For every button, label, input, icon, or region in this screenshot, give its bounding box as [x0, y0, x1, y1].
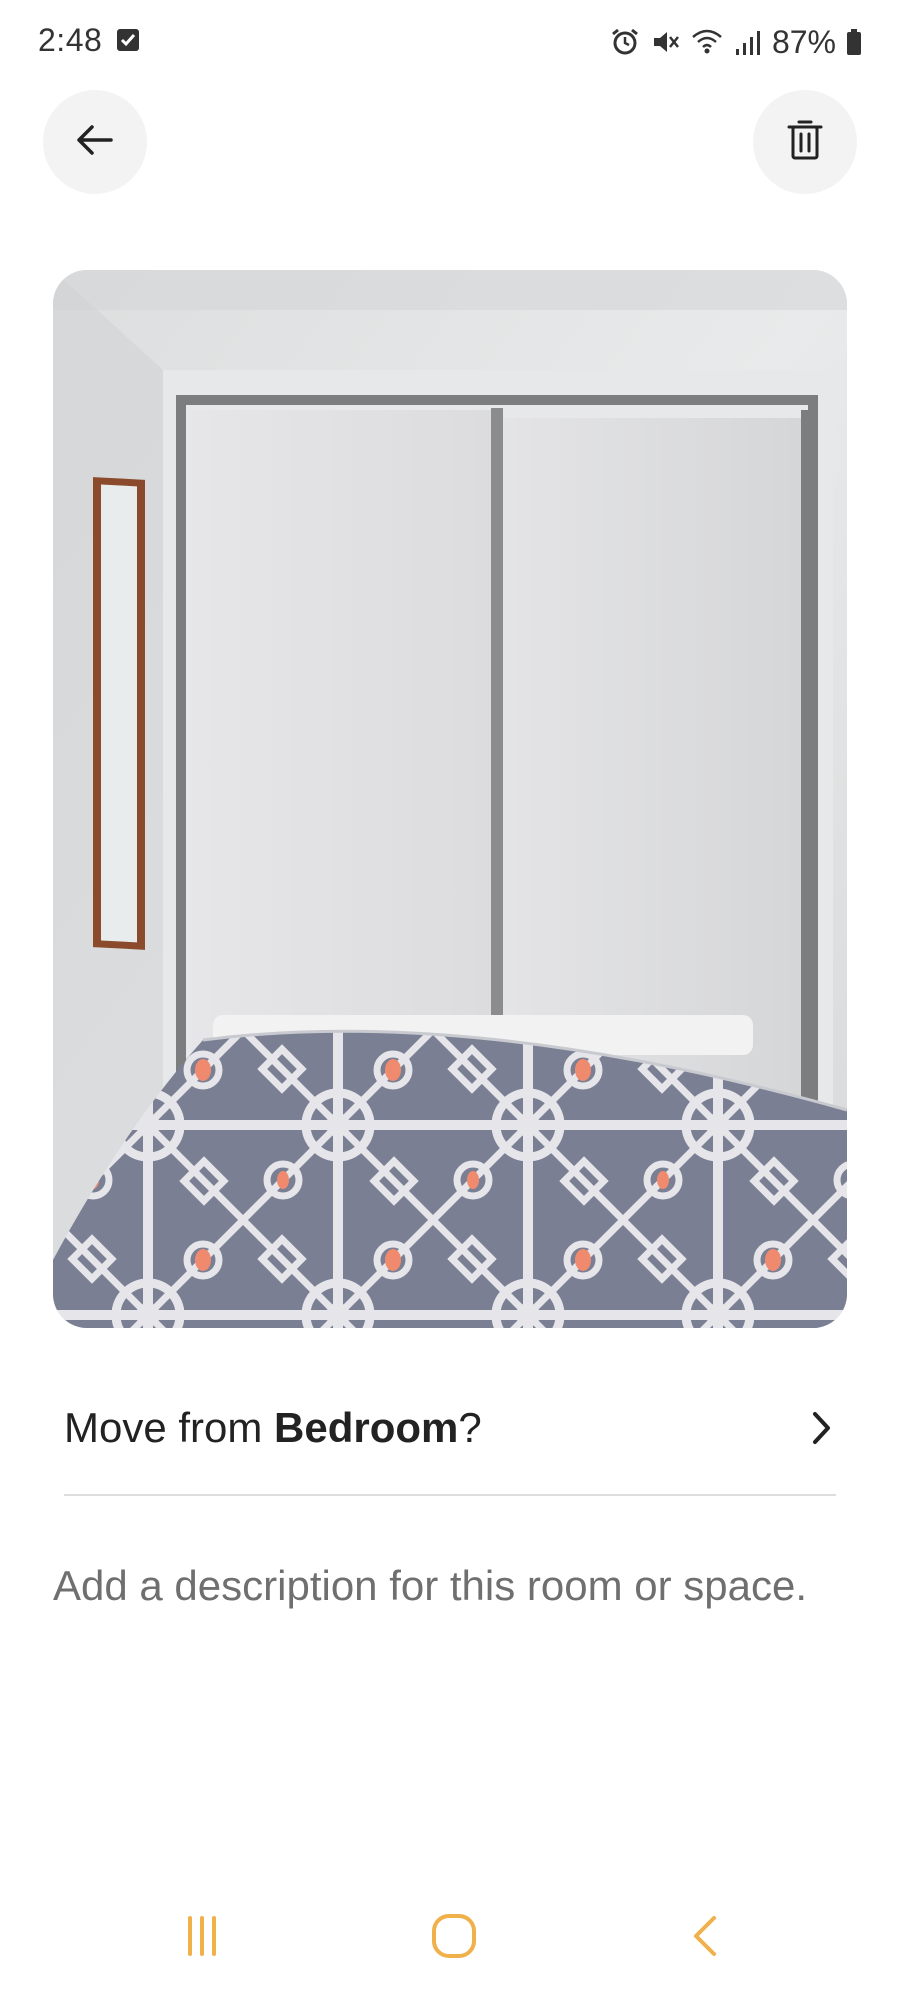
home-icon	[430, 1912, 478, 1965]
move-room-row[interactable]: Move from Bedroom?	[64, 1380, 836, 1476]
checkbox-icon	[116, 28, 140, 52]
delete-button[interactable]	[753, 90, 857, 194]
move-suffix: ?	[458, 1404, 482, 1451]
status-icons: 87%	[610, 22, 862, 62]
nav-back-button[interactable]	[666, 1908, 746, 1968]
move-room-text: Move from Bedroom?	[64, 1404, 482, 1452]
navigation-bar	[0, 1890, 900, 1986]
alarm-icon	[610, 27, 640, 57]
wifi-icon	[690, 27, 724, 57]
room-photo[interactable]	[53, 270, 847, 1328]
arrow-left-icon	[73, 118, 117, 167]
back-button[interactable]	[43, 90, 147, 194]
recents-icon	[180, 1914, 224, 1963]
battery-icon	[846, 27, 862, 57]
status-time: 2:48	[38, 22, 103, 58]
move-prefix: Move from	[64, 1404, 275, 1451]
room-name: Bedroom	[274, 1404, 459, 1451]
signal-icon	[734, 27, 762, 57]
back-chevron-icon	[684, 1914, 728, 1963]
mute-icon	[650, 27, 680, 57]
divider	[64, 1494, 836, 1496]
chevron-right-icon	[806, 1408, 836, 1448]
status-bar: 2:48 87%	[0, 0, 900, 86]
recents-button[interactable]	[162, 1908, 242, 1968]
home-button[interactable]	[414, 1908, 494, 1968]
trash-icon	[785, 118, 825, 167]
description-input[interactable]: Add a description for this room or space…	[53, 1550, 813, 1622]
battery-text: 87%	[771, 23, 836, 60]
